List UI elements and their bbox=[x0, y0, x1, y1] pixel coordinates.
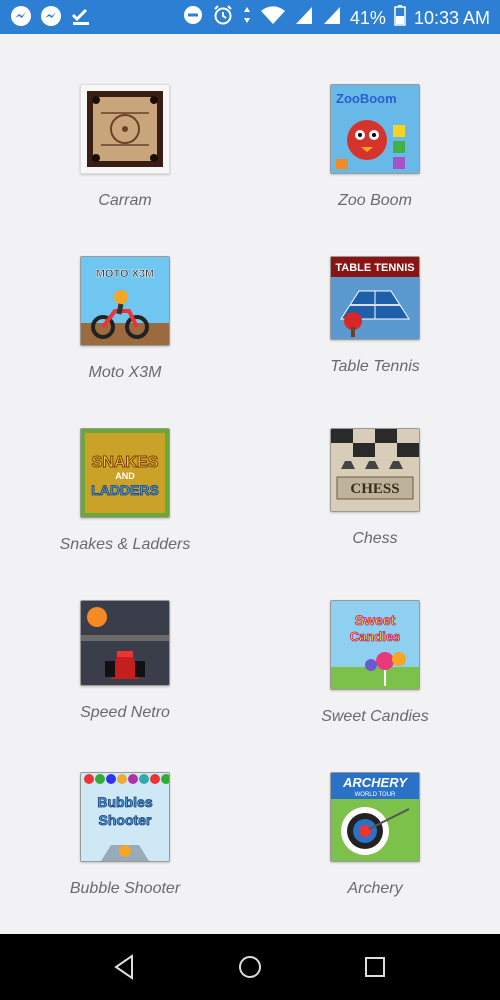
navigation-bar bbox=[0, 934, 500, 1000]
carrom-board-icon bbox=[80, 84, 170, 174]
home-icon bbox=[235, 956, 265, 986]
archery-icon: ARCHERY WORLD TOUR bbox=[330, 772, 420, 862]
game-title: Archery bbox=[347, 880, 403, 897]
recents-button[interactable] bbox=[360, 952, 390, 982]
svg-text:SNAKES: SNAKES bbox=[92, 454, 159, 471]
bubble-shooter-icon: Bubbles Shooter bbox=[80, 772, 170, 862]
sweet-candies-icon: Sweet Candies bbox=[330, 600, 420, 690]
game-title: Bubble Shooter bbox=[69, 880, 181, 897]
game-tile-moto-x3m[interactable]: MOTO X3M Moto X3M bbox=[0, 256, 250, 382]
alarm-icon bbox=[212, 4, 234, 31]
game-tile-sweet-candies[interactable]: Sweet Candies Sweet Candies bbox=[250, 600, 500, 726]
games-grid: Carram ZooBoom Zoo Boom MOTO X3M Moto X3… bbox=[0, 34, 500, 934]
game-tile-table-tennis[interactable]: TABLE TENNIS Table Tennis bbox=[250, 256, 500, 376]
moto-x3m-icon: MOTO X3M bbox=[80, 256, 170, 346]
game-title: Zoo Boom bbox=[338, 192, 412, 209]
svg-text:MOTO X3M: MOTO X3M bbox=[96, 268, 154, 280]
signal-icon bbox=[294, 4, 314, 31]
table-tennis-icon: TABLE TENNIS bbox=[330, 256, 420, 340]
chess-icon: CHESS bbox=[330, 428, 420, 512]
svg-text:LADDERS: LADDERS bbox=[91, 482, 159, 498]
game-tile-carram[interactable]: Carram bbox=[0, 84, 250, 210]
speed-netro-icon bbox=[80, 600, 170, 686]
svg-text:ZooBoom: ZooBoom bbox=[336, 91, 397, 106]
svg-text:Bubbles: Bubbles bbox=[97, 794, 152, 810]
game-title: Speed Netro bbox=[80, 704, 170, 721]
battery-percent: 41% bbox=[349, 7, 386, 28]
svg-text:CHESS: CHESS bbox=[350, 481, 399, 497]
game-title: Table Tennis bbox=[330, 358, 420, 375]
svg-text:ARCHERY: ARCHERY bbox=[342, 775, 408, 790]
zoo-boom-icon: ZooBoom bbox=[330, 84, 420, 174]
check-icon bbox=[70, 5, 92, 32]
signal-icon bbox=[322, 4, 342, 31]
status-bar: 41% 10:33 AM bbox=[0, 0, 500, 34]
svg-text:WORLD TOUR: WORLD TOUR bbox=[355, 792, 396, 798]
back-button[interactable] bbox=[110, 952, 140, 982]
game-tile-archery[interactable]: ARCHERY WORLD TOUR Archery bbox=[250, 772, 500, 898]
snakes-ladders-icon: SNAKES AND LADDERS bbox=[80, 428, 170, 518]
svg-text:AND: AND bbox=[115, 471, 135, 481]
data-arrows-icon bbox=[242, 4, 252, 31]
svg-text:Shooter: Shooter bbox=[99, 812, 152, 828]
game-tile-snakes-ladders[interactable]: SNAKES AND LADDERS Snakes & Ladders bbox=[0, 428, 250, 554]
battery-icon bbox=[394, 4, 406, 31]
game-tile-speed-netro[interactable]: Speed Netro bbox=[0, 600, 250, 722]
home-button[interactable] bbox=[235, 952, 265, 982]
game-tile-chess[interactable]: CHESS Chess bbox=[250, 428, 500, 548]
game-title: Chess bbox=[352, 530, 398, 547]
wifi-icon bbox=[260, 4, 286, 31]
do-not-disturb-icon bbox=[182, 4, 204, 31]
messenger-icon bbox=[10, 5, 32, 32]
game-title: Carram bbox=[98, 192, 152, 209]
game-title: Sweet Candies bbox=[321, 708, 429, 725]
svg-text:Sweet: Sweet bbox=[355, 612, 396, 628]
game-title: Snakes & Ladders bbox=[59, 536, 191, 553]
recents-icon bbox=[360, 957, 390, 986]
game-tile-bubble-shooter[interactable]: Bubbles Shooter Bubble Shooter bbox=[0, 772, 250, 898]
messenger-icon bbox=[40, 5, 62, 32]
game-title: Moto X3M bbox=[88, 364, 162, 381]
clock: 10:33 AM bbox=[413, 7, 490, 28]
game-tile-zoo-boom[interactable]: ZooBoom Zoo Boom bbox=[250, 84, 500, 210]
svg-text:Candies: Candies bbox=[350, 629, 401, 644]
svg-text:TABLE TENNIS: TABLE TENNIS bbox=[335, 262, 414, 274]
back-icon bbox=[110, 954, 140, 986]
